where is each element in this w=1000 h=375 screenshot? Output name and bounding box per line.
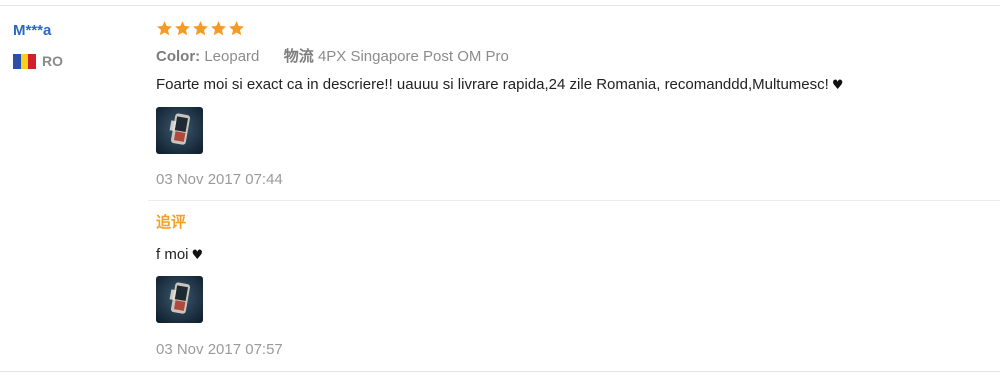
review-text: Foarte moi si exact ca in descriere!! ua… xyxy=(156,75,843,96)
romania-flag-icon xyxy=(13,53,37,69)
star-icon xyxy=(229,21,244,36)
star-icon xyxy=(193,21,208,36)
followup-label: 追评 xyxy=(156,213,187,231)
star-icon xyxy=(175,21,190,36)
flag-stripe-blue xyxy=(13,53,21,69)
followup-divider xyxy=(148,200,1000,201)
star-rating xyxy=(156,20,245,37)
heart-icon: ♥ xyxy=(191,248,204,263)
reviewer-country: RO xyxy=(13,51,63,71)
logistics-value: 4PX Singapore Post OM Pro xyxy=(317,48,509,65)
order-info: Color: Leopard 物流 4PX Singapore Post OM … xyxy=(156,46,509,67)
flag-stripe-yellow xyxy=(20,53,29,69)
followup-text: f moi ♥ xyxy=(156,245,203,266)
reviewer-name: M***a xyxy=(13,22,52,39)
followup-body: f moi xyxy=(156,246,189,263)
followup-date: 03 Nov 2017 07:57 xyxy=(156,341,283,358)
logistics-label: 物流 xyxy=(283,47,314,65)
color-label: Color: xyxy=(156,48,201,65)
top-divider xyxy=(0,5,1000,6)
photo-icon xyxy=(156,107,203,154)
review-photo-thumbnail[interactable] xyxy=(156,107,203,154)
star-icon xyxy=(211,21,226,36)
star-icon xyxy=(157,21,172,36)
color-value: Leopard xyxy=(204,48,260,65)
review-date: 03 Nov 2017 07:44 xyxy=(156,171,283,188)
bottom-divider xyxy=(0,371,1000,372)
flag-stripe-red xyxy=(28,53,37,69)
heart-icon: ♥ xyxy=(831,78,844,93)
photo-icon xyxy=(156,276,203,323)
followup-photo-thumbnail[interactable] xyxy=(156,276,203,323)
review-body: Foarte moi si exact ca in descriere!! ua… xyxy=(156,76,829,93)
country-code: RO xyxy=(42,53,63,69)
